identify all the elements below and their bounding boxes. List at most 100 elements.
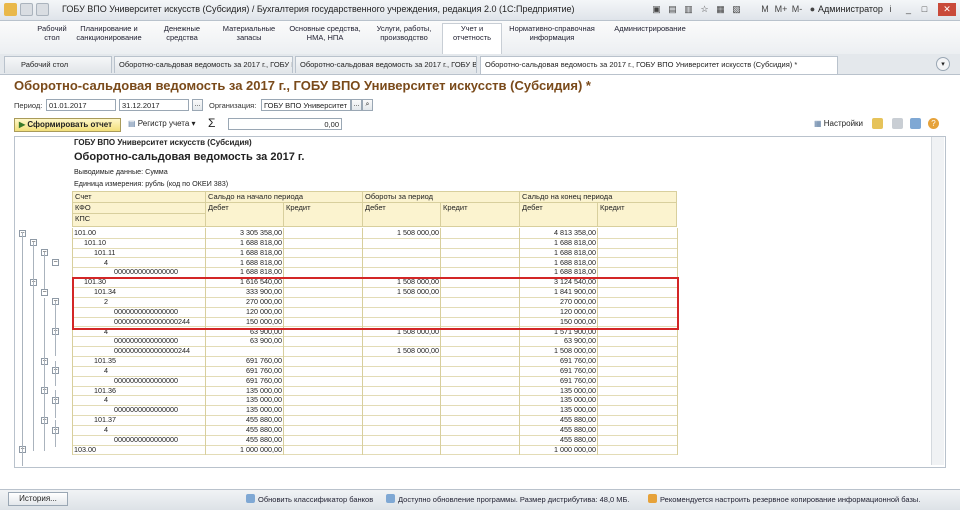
cell-td: 1 508 000,00: [397, 228, 439, 237]
cell-cc: [597, 435, 675, 445]
window-title: ГОБУ ВПО Университет искусств (Субсидия)…: [62, 4, 575, 14]
cell-cc: [597, 376, 675, 386]
column-separator: [597, 228, 598, 455]
save-report-icon[interactable]: [892, 118, 903, 129]
cell-tc: [440, 395, 518, 405]
vertical-scrollbar[interactable]: [931, 137, 944, 465]
cell-cc: [597, 395, 675, 405]
cell-od: 691 760,00: [246, 365, 282, 375]
cell-td: [362, 356, 439, 366]
minimize-icon[interactable]: _: [902, 3, 915, 16]
cell-account: 0000000000000000: [114, 434, 178, 444]
cell-tc: [440, 258, 518, 268]
section-accounting[interactable]: Учет и отчетность: [442, 23, 502, 54]
status-message-backup[interactable]: Рекомендуется настроить резервное копиро…: [660, 495, 920, 504]
cell-oc: [283, 425, 361, 435]
section-desktop[interactable]: Рабочий стол: [30, 24, 74, 52]
period-select-button[interactable]: ...: [192, 99, 203, 111]
cell-od: 1 688 818,00: [240, 257, 282, 267]
status-message-update[interactable]: Доступно обновление программы. Размер ди…: [398, 495, 630, 504]
section-fixed-assets[interactable]: Основные средства, НМА, НПА: [286, 24, 364, 52]
column-separator: [677, 228, 678, 455]
cell-account: 103.00: [74, 444, 96, 454]
section-services[interactable]: Услуги, работы, производство: [370, 24, 438, 52]
report-output-data: Выводимые данные: Сумма: [74, 167, 168, 176]
close-icon[interactable]: ✕: [938, 3, 956, 16]
cell-cc: [597, 366, 675, 376]
cell-account: 4: [104, 257, 108, 267]
print-icon[interactable]: ▤: [666, 3, 679, 16]
status-message-banks[interactable]: Обновить классификатор банков: [258, 495, 373, 504]
tab-report-3[interactable]: Оборотно-сальдовая ведомость за 2017 г.,…: [480, 56, 838, 74]
org-field[interactable]: ГОБУ ВПО Университет: [261, 99, 351, 111]
cell-oc: [283, 366, 361, 376]
cell-oc: [283, 356, 361, 366]
user-name[interactable]: Администратор: [818, 4, 883, 14]
calculator-icon[interactable]: ▧: [730, 3, 743, 16]
header-turnover-credit: Кредит: [440, 202, 520, 227]
cell-cd: 1 688 818,00: [554, 247, 596, 257]
cell-td: [362, 238, 439, 248]
preview-icon[interactable]: ▥: [682, 3, 695, 16]
cell-oc: [283, 395, 361, 405]
report-org: ГОБУ ВПО Университет искусств (Субсидия): [74, 138, 252, 147]
tab-desktop[interactable]: Рабочий стол: [4, 56, 112, 73]
folder-icon[interactable]: [872, 118, 883, 129]
section-reference[interactable]: Нормативно-справочная информация: [504, 24, 600, 52]
cell-cc: [597, 267, 675, 277]
save-icon[interactable]: ▣: [650, 3, 663, 16]
cell-od: 455 880,00: [246, 425, 282, 434]
cell-cc: [597, 228, 675, 238]
org-select-button[interactable]: ...: [351, 99, 362, 111]
cell-cd: 455 880,00: [560, 415, 596, 425]
cell-td: [362, 258, 439, 268]
cell-oc: [283, 405, 361, 415]
column-separator: [72, 228, 73, 455]
info-icon[interactable]: i: [884, 3, 897, 16]
register-button[interactable]: ▤ Регистр учета ▾: [128, 119, 196, 128]
header-turnover-debit: Дебет: [362, 202, 441, 227]
section-cash[interactable]: Денежные средства: [158, 24, 206, 52]
settings-button[interactable]: ▦ Настройки: [814, 119, 863, 128]
column-separator: [519, 228, 520, 455]
cell-cd: 1 688 818,00: [554, 267, 596, 277]
group-collapse-icon[interactable]: −: [41, 288, 48, 296]
tabs-menu-chevron-icon[interactable]: ▾: [936, 57, 950, 71]
history-button[interactable]: История...: [8, 492, 68, 506]
mem-m-button[interactable]: M: [760, 3, 770, 16]
cell-od: 1 688 818,00: [240, 247, 282, 257]
cell-oc: [283, 435, 361, 445]
cell-account: 101.11: [94, 247, 116, 257]
cell-td: [362, 445, 439, 455]
cell-td: [362, 366, 439, 376]
maximize-icon[interactable]: □: [918, 3, 931, 16]
mem-minus-button[interactable]: M-: [790, 3, 804, 16]
section-inventory[interactable]: Материальные запасы: [220, 24, 278, 52]
star-icon[interactable]: ☆: [698, 3, 711, 16]
forward-icon[interactable]: [36, 3, 49, 16]
cell-cd: 135 000,00: [560, 405, 596, 415]
date-to-field[interactable]: 31.12.2017: [119, 99, 189, 111]
tab-report-1[interactable]: Оборотно-сальдовая ведомость за 2017 г.,…: [114, 56, 293, 73]
back-icon[interactable]: [20, 3, 33, 16]
mem-plus-button[interactable]: M+: [774, 3, 788, 16]
cell-td: [362, 386, 439, 396]
section-admin[interactable]: Администрирование: [608, 24, 692, 52]
cell-tc: [440, 336, 518, 346]
header-closing-credit: Кредит: [597, 202, 677, 227]
cell-account: 0000000000000000: [114, 405, 178, 415]
tab-report-2[interactable]: Оборотно-сальдовая ведомость за 2017 г.,…: [295, 56, 477, 73]
date-from-field[interactable]: 01.01.2017: [46, 99, 116, 111]
org-open-icon[interactable]: ⌕: [362, 99, 373, 111]
cell-od: 455 880,00: [246, 434, 282, 444]
group-collapse-icon[interactable]: −: [52, 259, 59, 267]
cell-od: [205, 346, 282, 356]
calendar-icon[interactable]: ▦: [714, 3, 727, 16]
generate-report-button[interactable]: ▶ Сформировать отчет: [14, 118, 121, 132]
cell-cc: [597, 258, 675, 268]
column-separator: [283, 228, 284, 455]
cell-oc: [283, 228, 361, 238]
help-icon[interactable]: ?: [928, 118, 939, 129]
section-planning[interactable]: Планирование и санкционирование: [76, 24, 142, 52]
panel-icon[interactable]: [910, 118, 921, 129]
